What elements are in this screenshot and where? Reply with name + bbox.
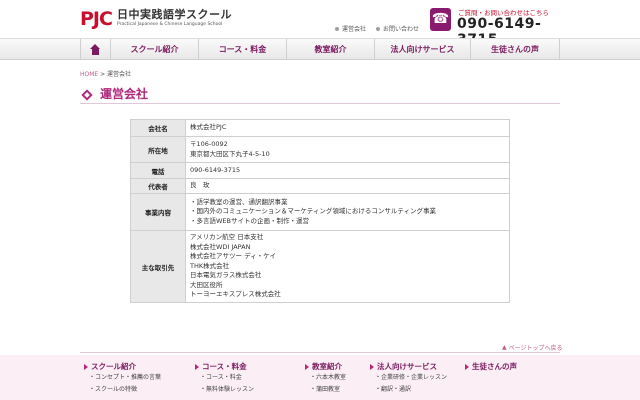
phone-icon: ☎ [430,8,451,31]
tel-value: 090-6149-3715 [185,162,510,179]
breadcrumb-home[interactable]: HOME [80,71,98,78]
header-link-contact[interactable]: お問い合わせ [376,24,419,33]
footer-col-classroom: 教室紹介 ・六本木教室 ・蒲田教室 [305,362,346,396]
representative-value: 良 玫 [185,178,510,194]
table-row: 主な取引先 アメリカン航空 日本支社 株式会社WDI JAPAN 株式会社アサツ… [130,230,510,303]
triangle-right-icon [465,364,469,370]
company-name-label: 会社名 [130,119,186,137]
footer-col-course: コース・料金 ・コース・料金 ・無料体験レッスン [195,362,254,396]
nav-course[interactable]: コース・料金 [198,39,286,60]
address-line: 東京都大田区下丸子4-5-10 [190,149,270,158]
list-item: アメリカン航空 日本支社 [190,233,264,242]
list-item: THK株式会社 [190,261,230,270]
page-title-bar: 運営会社 [80,86,560,104]
site-logo[interactable]: PJC 日中実践語学スクール Practical Japanese & Chin… [80,7,232,30]
footer-link[interactable]: ・翻訳・通訳 [375,384,447,396]
footer-link[interactable]: ・スクールの特徴 [89,384,161,396]
global-nav: スクール紹介 コース・料金 教室紹介 法人向けサービス 生徒さんの声 [0,38,640,60]
nav-school[interactable]: スクール紹介 [110,39,198,60]
clients-value: アメリカン航空 日本支社 株式会社WDI JAPAN 株式会社アサツー ディ・ケ… [185,230,510,303]
list-item: ・語学教室の運営、通訳翻訳事業 [190,197,288,206]
list-item: ・国内外のコミュニケーション＆マーケティング領域におけるコンサルティング事業 [190,207,436,216]
footer-link[interactable]: ・蒲田教室 [310,384,346,396]
list-item: 株式会社アサツー ディ・ケイ [190,252,276,261]
nav-voices[interactable]: 生徒さんの声 [470,39,560,60]
bullet-icon [335,26,339,31]
list-item: トーヨーエキスプレス株式会社 [190,290,281,299]
footer-link[interactable]: ・六本木教室 [310,372,346,384]
table-row: 代表者 良 玫 [130,178,510,194]
divider [80,352,560,353]
footer-heading-voices[interactable]: 生徒さんの声 [465,362,517,372]
clients-label: 主な取引先 [130,230,186,303]
footer-col-corporate: 法人向けサービス ・企業研修・企業レッスン ・翻訳・通訳 [370,362,447,396]
business-label: 事業内容 [130,193,186,231]
triangle-right-icon [84,364,88,370]
company-info-table: 会社名 株式会社PJC 所在地 〒106-0092 東京都大田区下丸子4-5-1… [130,119,510,303]
phone-contact[interactable]: ☎ ご質問・お問い合わせはこちら 090-6149-3715 [430,6,560,48]
triangle-right-icon [195,364,199,370]
triangle-right-icon [305,364,309,370]
representative-label: 代表者 [130,178,186,194]
business-value: ・語学教室の運営、通訳翻訳事業 ・国内外のコミュニケーション＆マーケティング領域… [185,193,510,231]
footer-link[interactable]: ・企業研修・企業レッスン [375,372,447,384]
logo-name-en: Practical Japanese & Chinese Language Sc… [116,22,223,27]
list-item: 株式会社WDI JAPAN [190,242,251,251]
address-label: 所在地 [130,136,186,163]
nav-home[interactable] [80,39,110,60]
address-value: 〒106-0092 東京都大田区下丸子4-5-10 [185,136,510,163]
page-title: 運営会社 [100,87,149,101]
company-name-value: 株式会社PJC [185,119,510,137]
footer-link[interactable]: ・無料体験レッスン [200,384,254,396]
home-icon [90,44,101,55]
footer-link[interactable]: ・コンセプト・推薦の言葉 [89,372,161,384]
table-row: 所在地 〒106-0092 東京都大田区下丸子4-5-10 [130,136,510,163]
arrow-up-icon: ▲ [502,344,507,351]
breadcrumb-current: 運営会社 [107,71,132,78]
table-row: 事業内容 ・語学教室の運営、通訳翻訳事業 ・国内外のコミュニケーション＆マーケテ… [130,193,510,231]
header-link-company[interactable]: 運営会社 [335,24,366,33]
tel-label: 電話 [130,162,186,179]
logo-name-jp: 日中実践語学スクール [116,8,232,21]
address-zip: 〒106-0092 [190,140,228,148]
bullet-icon [376,26,380,31]
footer-heading-classroom[interactable]: 教室紹介 [305,362,346,372]
site-footer: スクール紹介 ・コンセプト・推薦の言葉 ・スクールの特徴 コース・料金 ・コース… [0,355,640,400]
footer-heading-corporate[interactable]: 法人向けサービス [370,362,447,372]
footer-col-school: スクール紹介 ・コンセプト・推薦の言葉 ・スクールの特徴 [84,362,161,396]
footer-col-voices: 生徒さんの声 [465,362,517,372]
table-row: 会社名 株式会社PJC [130,119,510,137]
list-item: 大田区役所 [190,280,223,289]
table-row: 電話 090-6149-3715 [130,162,510,179]
page-top-link[interactable]: ▲ ページトップへ戻る [502,343,563,352]
footer-heading-school[interactable]: スクール紹介 [84,362,161,372]
list-item: ・多言語WEBサイトの企画・制作・運営 [190,216,309,225]
breadcrumb: HOME > 運営会社 [80,71,132,78]
nav-corporate[interactable]: 法人向けサービス [374,39,470,60]
site-header: PJC 日中実践語学スクール Practical Japanese & Chin… [0,0,640,48]
footer-link[interactable]: ・コース・料金 [200,372,254,384]
diamond-icon [80,88,94,102]
footer-heading-course[interactable]: コース・料金 [195,362,254,372]
triangle-right-icon [370,364,374,370]
nav-classroom[interactable]: 教室紹介 [286,39,374,60]
list-item: 日本電気ガラス株式会社 [190,271,262,280]
logo-mark: PJC [80,7,113,30]
